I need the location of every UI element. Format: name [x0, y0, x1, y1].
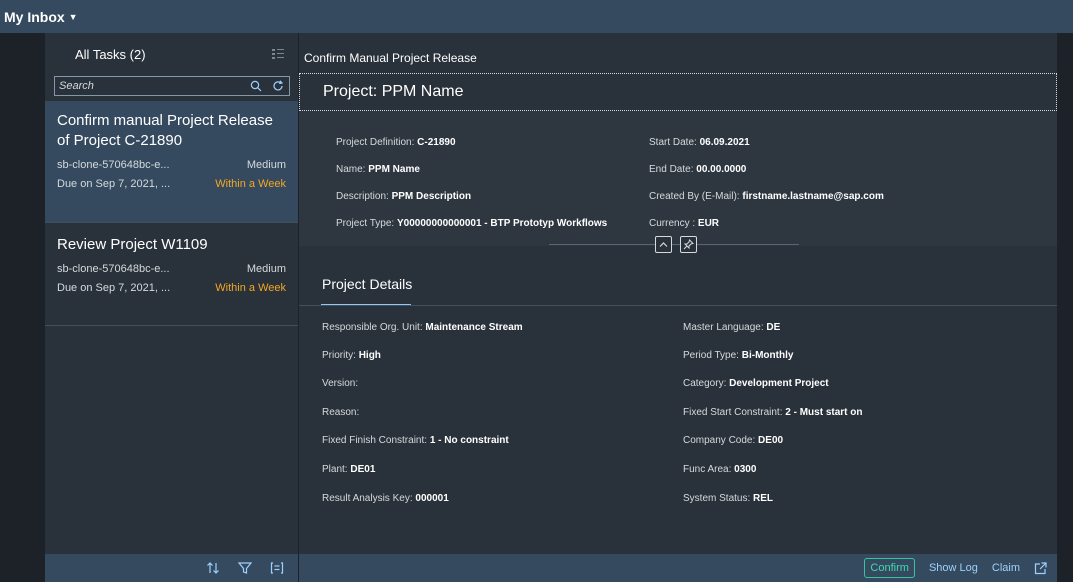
task-due-row: Due on Sep 7, 2021, ... Within a Week — [57, 282, 286, 294]
claim-button[interactable]: Claim — [992, 562, 1020, 574]
detail-footer-toolbar: Confirm Show Log Claim — [299, 554, 1057, 582]
section-divider — [299, 305, 1057, 306]
task-detail-panel: Confirm Manual Project Release Project: … — [299, 33, 1057, 582]
header-content: Project Definition: C-21890 Name: PPM Na… — [299, 111, 1057, 246]
task-creator: sb-clone-570648bc-e... — [57, 263, 170, 275]
app-title-menu[interactable]: My Inbox ▼ — [4, 9, 78, 25]
detail-field: Responsible Org. Unit: Maintenance Strea… — [322, 322, 523, 333]
filter-icon[interactable] — [238, 561, 252, 575]
multi-select-icon[interactable] — [272, 48, 284, 60]
task-title: Review Project W1109 — [57, 236, 208, 253]
header-field: Project Definition: C-21890 — [336, 137, 456, 148]
detail-field: System Status: REL — [683, 493, 774, 504]
detail-field: Fixed Finish Constraint: 1 - No constrai… — [322, 435, 509, 446]
pin-icon — [683, 239, 694, 250]
left-gutter — [0, 33, 45, 582]
task-due-row: Due on Sep 7, 2021, ... Within a Week — [57, 178, 286, 190]
detail-page-title: Confirm Manual Project Release — [304, 51, 477, 65]
confirm-button[interactable]: Confirm — [864, 558, 915, 578]
task-list-panel: All Tasks (2) Confirm manual Project Rel… — [45, 33, 299, 582]
header-field: Created By (E-Mail): firstname.lastname@… — [649, 191, 884, 202]
header-field: End Date: 00.00.0000 — [649, 164, 747, 175]
share-icon[interactable] — [1034, 561, 1047, 575]
task-priority: Medium — [246, 263, 286, 275]
detail-field: Master Language: DE — [683, 322, 781, 333]
detail-field: Plant: DE01 — [322, 464, 376, 475]
chevron-up-icon — [659, 242, 668, 247]
header-field: Description: PPM Description — [336, 191, 472, 202]
detail-field: Version: — [322, 378, 359, 389]
detail-field: Result Analysis Key: 000001 — [322, 493, 449, 504]
sort-icon[interactable] — [206, 561, 220, 575]
task-count-title: All Tasks (2) — [75, 46, 146, 62]
detail-field: Category: Development Project — [683, 378, 829, 389]
header-field: Project Type: Y00000000000001 - BTP Prot… — [336, 218, 608, 229]
detail-field: Priority: High — [322, 350, 381, 361]
task-priority: Medium — [246, 159, 286, 171]
show-log-button[interactable]: Show Log — [929, 562, 978, 574]
task-list-header: All Tasks (2) — [45, 33, 298, 75]
object-title: Project: PPM Name — [323, 83, 464, 100]
search-input[interactable] — [55, 80, 245, 92]
detail-field: Company Code: DE00 — [683, 435, 784, 446]
task-meta-row: sb-clone-570648bc-e... Medium — [57, 159, 286, 171]
task-due: Due on Sep 7, 2021, ... — [57, 282, 171, 294]
task-status: Within a Week — [215, 178, 286, 190]
refresh-icon[interactable] — [267, 77, 289, 95]
pin-header-button[interactable] — [680, 236, 697, 253]
task-meta-row: sb-clone-570648bc-e... Medium — [57, 263, 286, 275]
collapse-header-button[interactable] — [655, 236, 672, 253]
task-title: Confirm manual Project Release of Projec… — [57, 112, 273, 149]
caret-down-icon: ▼ — [68, 11, 78, 22]
detail-field: Fixed Start Constraint: 2 - Must start o… — [683, 407, 863, 418]
task-due: Due on Sep 7, 2021, ... — [57, 178, 171, 190]
shell-bar: My Inbox ▼ — [0, 0, 1073, 33]
header-field: Start Date: 06.09.2021 — [649, 137, 750, 148]
right-gutter — [1057, 33, 1073, 582]
header-field: Name: PPM Name — [336, 164, 420, 175]
search-icon[interactable] — [245, 77, 267, 95]
task-creator: sb-clone-570648bc-e... — [57, 159, 170, 171]
group-icon[interactable] — [270, 561, 284, 575]
task-item-selected[interactable]: Confirm manual Project Release of Projec… — [45, 101, 298, 223]
header-field: Currency : EUR — [649, 218, 720, 229]
detail-field: Period Type: Bi-Monthly — [683, 350, 794, 361]
task-item[interactable]: Review Project W1109 sb-clone-570648bc-e… — [45, 223, 298, 326]
search-field — [54, 76, 290, 96]
object-header[interactable]: Project: PPM Name — [299, 73, 1057, 111]
detail-field: Reason: — [322, 407, 360, 418]
header-divider — [549, 244, 799, 245]
task-list-footer — [45, 554, 298, 582]
detail-field: Func Area: 0300 — [683, 464, 757, 475]
app-title: My Inbox — [4, 8, 65, 25]
tab-project-details[interactable]: Project Details — [322, 276, 412, 292]
task-status: Within a Week — [215, 282, 286, 294]
